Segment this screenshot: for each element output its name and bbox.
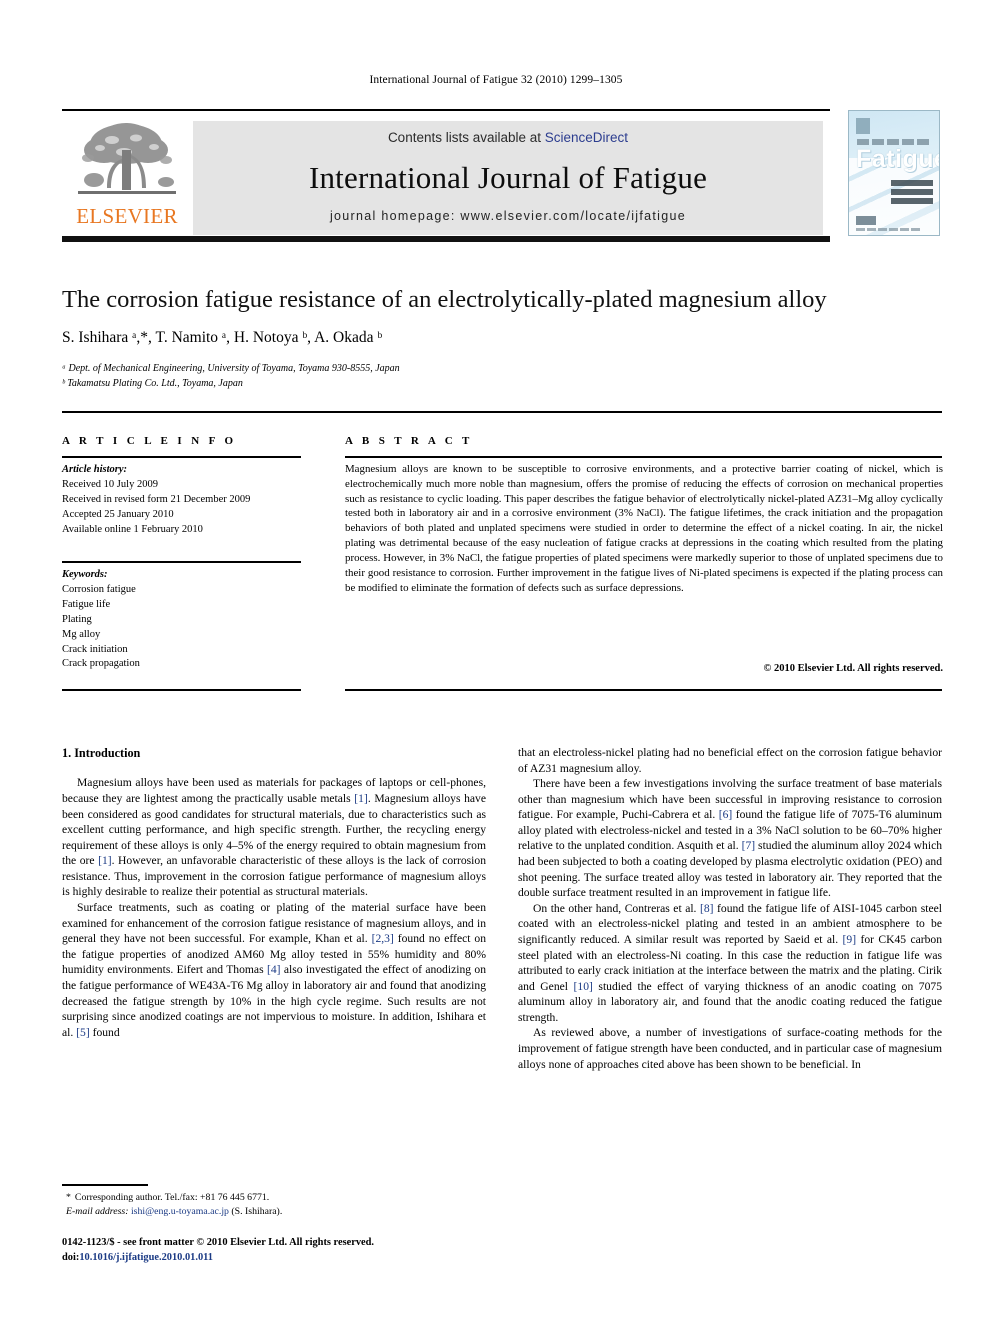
contents-available-line: Contents lists available at ScienceDirec… (193, 130, 823, 145)
citation-ref[interactable]: [5] (76, 1026, 90, 1039)
history-item: Received 10 July 2009 (62, 478, 158, 490)
info-block-top-rule (62, 411, 942, 413)
elsevier-wordmark: ELSEVIER (76, 204, 178, 228)
masthead-top-rule (62, 109, 830, 111)
info-rule-upper (62, 456, 301, 458)
copyright-line: © 2010 Elsevier Ltd. All rights reserved… (763, 663, 943, 674)
abstract-text: Magnesium alloys are known to be suscept… (345, 463, 943, 594)
keyword-item: Mg alloy (62, 628, 101, 640)
footnote-rule (62, 1184, 148, 1186)
citation-ref[interactable]: [9] (843, 933, 857, 946)
keyword-item: Crack initiation (62, 643, 128, 655)
section-heading-introduction: 1. Introduction (62, 746, 141, 760)
email-link[interactable]: ishi@eng.u-toyama.ac.jp (131, 1206, 229, 1217)
affiliations: ᵃ Dept. of Mechanical Engineering, Unive… (62, 362, 942, 391)
history-item: Accepted 25 January 2010 (62, 508, 174, 520)
paragraph-text: . However, an unfavorable characteristic… (62, 854, 486, 899)
paragraph: that an electroless-nickel plating had n… (518, 746, 942, 775)
history-item: Available online 1 February 2010 (62, 523, 203, 535)
body-column-left: 1. Introduction Magnesium alloys have be… (62, 745, 486, 1040)
paragraph-text: found (89, 1025, 120, 1039)
cover-topic-bar (891, 198, 933, 204)
article-history-label: Article history: (62, 464, 128, 475)
issn-copyright-line: 0142-1123/$ - see front matter © 2010 El… (62, 1237, 375, 1248)
cover-topic-bars (891, 180, 933, 207)
info-rule-middle (62, 561, 301, 563)
cover-elsevier-mark-icon (856, 118, 870, 134)
paragraph: Surface treatments, such as coating or p… (62, 900, 486, 1040)
footnote-star-marker: * (66, 1192, 71, 1203)
cover-footer-line (856, 228, 922, 231)
masthead-bottom-rule (62, 236, 830, 242)
citation-ref[interactable]: [1] (98, 854, 112, 867)
affiliation-b: ᵇ Takamatsu Plating Co. Ltd., Toyama, Ja… (62, 377, 243, 389)
cover-topic-bar (891, 180, 933, 186)
info-rule-lower (62, 689, 301, 691)
paragraph: As reviewed above, a number of investiga… (518, 1026, 942, 1071)
citation-ref[interactable]: [1] (354, 792, 368, 805)
cover-footer-mark-icon (856, 216, 876, 225)
page-title: The corrosion fatigue resistance of an e… (62, 286, 827, 313)
paper-page: International Journal of Fatigue 32 (201… (0, 0, 992, 1323)
cover-wordmark: Fatigue (856, 145, 940, 173)
cover-topic-bar (891, 189, 933, 195)
article-history: Article history: Received 10 July 2009 R… (62, 463, 307, 538)
email-note: E-mail address: ishi@eng.u-toyama.ac.jp … (62, 1205, 486, 1219)
keyword-item: Plating (62, 613, 92, 625)
author-list: S. Ishihara ᵃ,*, T. Namito ᵃ, H. Notoya … (62, 329, 383, 346)
email-label: E-mail address: (66, 1205, 129, 1217)
corresponding-author-note: * Corresponding author. Tel./fax: +81 76 … (62, 1191, 486, 1205)
history-item: Received in revised form 21 December 200… (62, 493, 251, 505)
paragraph: Magnesium alloys have been used as mater… (62, 775, 486, 900)
doi-label: doi: (62, 1251, 80, 1263)
paragraph-text: On the other hand, Contreras et al. (533, 901, 700, 915)
footnote-block: * Corresponding author. Tel./fax: +81 76 … (62, 1191, 486, 1218)
imprint-block: 0142-1123/$ - see front matter © 2010 El… (62, 1236, 532, 1266)
citation-ref[interactable]: [8] (700, 902, 714, 915)
citation-ref[interactable]: [4] (267, 963, 281, 976)
corresponding-author-text: Corresponding author. Tel./fax: +81 76 4… (74, 1192, 270, 1203)
running-head: International Journal of Fatigue 32 (201… (369, 74, 623, 86)
abstract-heading: A B S T R A C T (345, 435, 473, 447)
journal-cover-thumbnail: Fatigue (848, 110, 940, 236)
paragraph: On the other hand, Contreras et al. [8] … (518, 901, 942, 1026)
paragraph: There have been a few investigations inv… (518, 776, 942, 901)
elsevier-logo: ELSEVIER (68, 118, 186, 234)
journal-title: International Journal of Fatigue (308, 160, 708, 195)
contents-prefix-text: Contents lists available at (387, 130, 545, 145)
citation-ref[interactable]: [10] (574, 980, 593, 993)
abstract-rule-upper (345, 456, 942, 458)
keyword-list: Keywords: Corrosion fatigue Fatigue life… (62, 568, 307, 672)
article-info-heading: A R T I C L E I N F O (62, 435, 237, 447)
keywords-label: Keywords: (62, 569, 108, 580)
body-column-right: that an electroless-nickel plating had n… (518, 745, 942, 1072)
doi-line: doi:10.1016/j.ijfatigue.2010.01.011 (62, 1251, 532, 1266)
keyword-item: Fatigue life (62, 598, 111, 610)
citation-ref[interactable]: [2,3] (372, 932, 394, 945)
journal-masthead: Contents lists available at ScienceDirec… (193, 121, 823, 235)
citation-ref[interactable]: [6] (719, 808, 733, 821)
citation-ref[interactable]: [7] (742, 839, 756, 852)
email-owner: (S. Ishihara). (231, 1205, 283, 1217)
elsevier-tree-icon (78, 123, 176, 194)
doi-link[interactable]: 10.1016/j.ijfatigue.2010.01.011 (79, 1252, 213, 1263)
sciencedirect-link[interactable]: ScienceDirect (545, 130, 628, 145)
abstract-rule-lower (345, 689, 942, 691)
affiliation-a: ᵃ Dept. of Mechanical Engineering, Unive… (62, 363, 400, 374)
keyword-item: Corrosion fatigue (62, 583, 136, 595)
keyword-item: Crack propagation (62, 658, 140, 670)
journal-homepage-link[interactable]: journal homepage: www.elsevier.com/locat… (193, 209, 823, 223)
